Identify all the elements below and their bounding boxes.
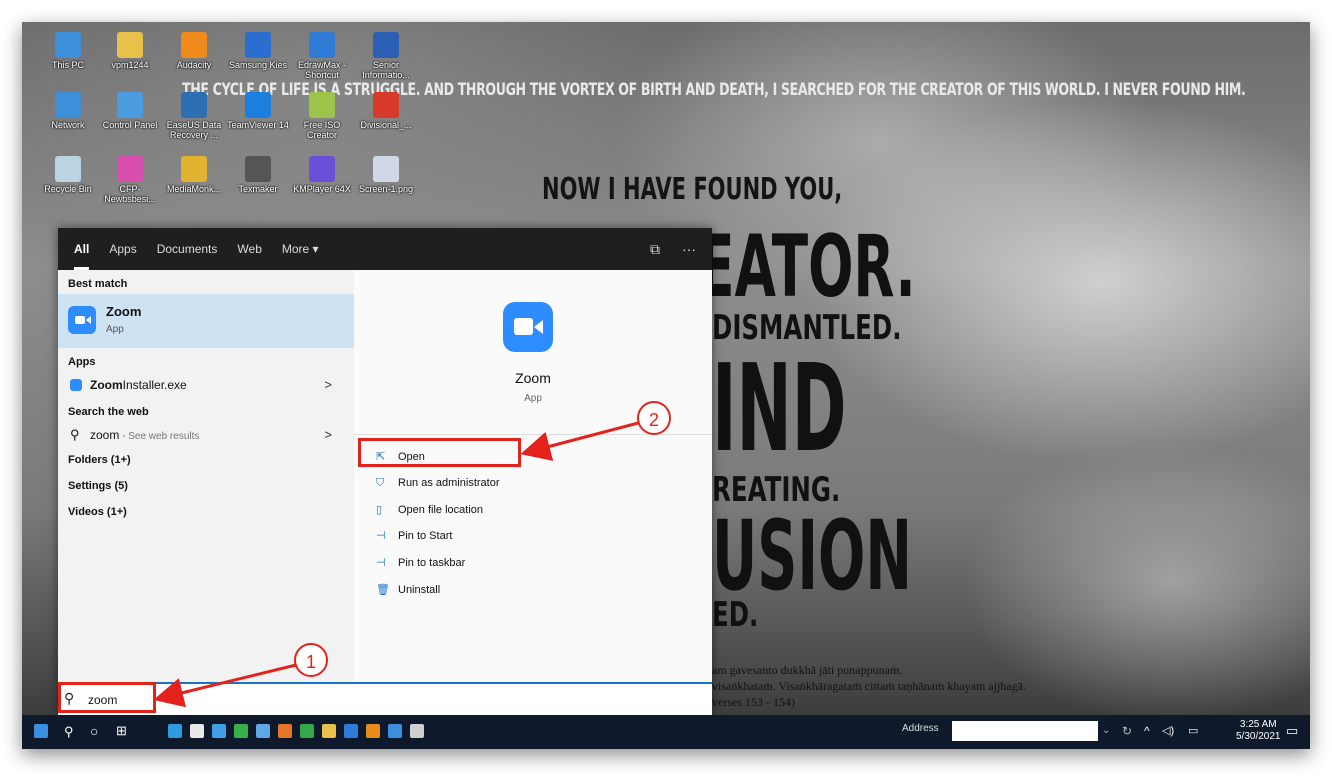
arrow-to-open — [520, 421, 639, 461]
arrow-to-search — [153, 663, 297, 708]
annotation-arrows — [153, 421, 639, 708]
